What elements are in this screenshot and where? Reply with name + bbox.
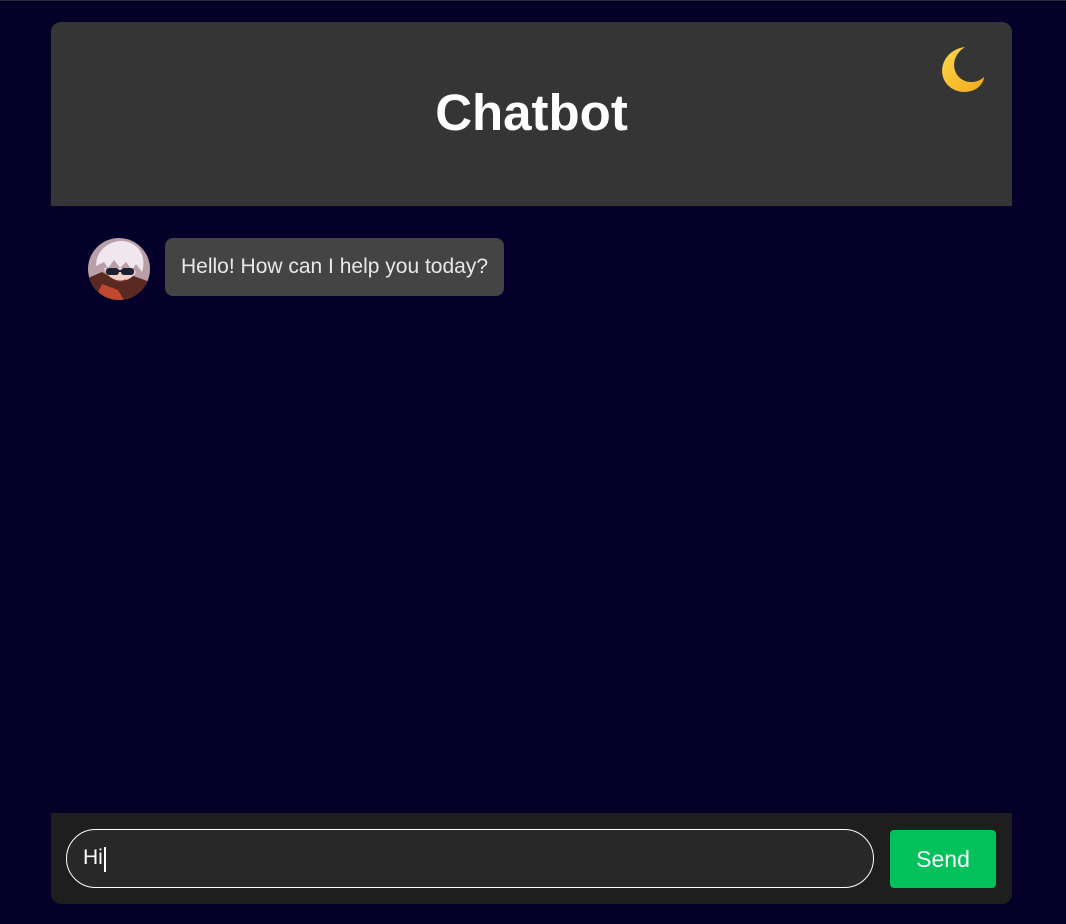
message-input-wrapper bbox=[66, 829, 874, 888]
avatar bbox=[88, 238, 150, 300]
message-bubble: Hello! How can I help you today? bbox=[165, 238, 505, 296]
page: Chatbot Hello! How can I help you today?… bbox=[0, 0, 1066, 924]
crescent-moon-icon bbox=[942, 47, 984, 92]
chat-header: Chatbot bbox=[51, 22, 1012, 206]
message-input[interactable] bbox=[83, 830, 853, 886]
theme-toggle-button[interactable] bbox=[934, 44, 986, 96]
text-cursor bbox=[104, 847, 106, 872]
send-button[interactable]: Send bbox=[890, 830, 996, 888]
page-title: Chatbot bbox=[435, 84, 628, 141]
message-list: Hello! How can I help you today? bbox=[51, 206, 1012, 813]
composer: Send bbox=[51, 813, 1012, 904]
chat-window: Chatbot Hello! How can I help you today?… bbox=[51, 22, 1012, 904]
bot-message: Hello! How can I help you today? bbox=[88, 238, 505, 300]
